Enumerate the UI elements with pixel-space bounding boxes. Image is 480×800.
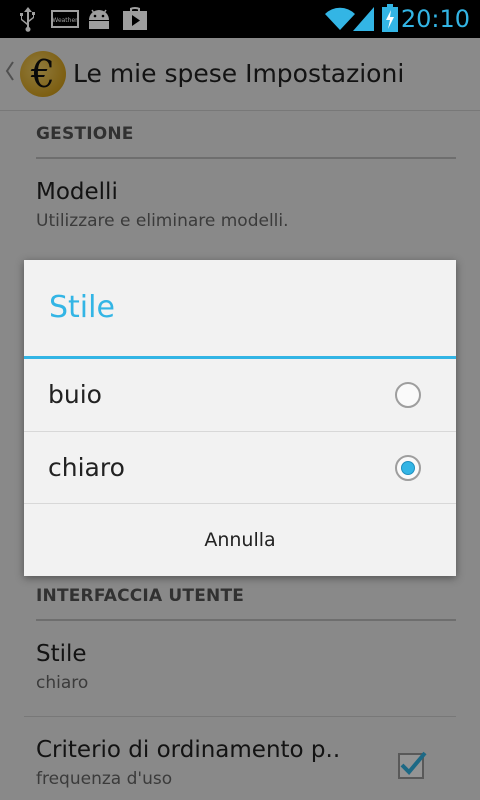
play-store-icon xyxy=(122,7,148,35)
status-bar: Weather 20:10 xyxy=(0,0,480,38)
style-dialog: Stile buio chiaro Annulla xyxy=(24,260,456,576)
status-clock: 20:10 xyxy=(400,5,470,33)
option-chiaro-label: chiaro xyxy=(48,453,125,482)
option-buio-radio[interactable] xyxy=(395,382,421,408)
news-icon-text: Weather xyxy=(52,17,78,24)
dialog-title: Stile xyxy=(49,290,115,325)
option-buio-label: buio xyxy=(48,380,102,409)
news-icon: Weather xyxy=(51,10,79,32)
android-icon xyxy=(86,8,112,34)
signal-icon xyxy=(352,6,376,36)
option-chiaro[interactable]: chiaro xyxy=(24,432,456,504)
cancel-button[interactable]: Annulla xyxy=(24,504,456,576)
usb-icon xyxy=(18,6,38,36)
option-chiaro-radio[interactable] xyxy=(395,455,421,481)
option-buio[interactable]: buio xyxy=(24,359,456,431)
battery-charging-icon xyxy=(381,3,399,37)
